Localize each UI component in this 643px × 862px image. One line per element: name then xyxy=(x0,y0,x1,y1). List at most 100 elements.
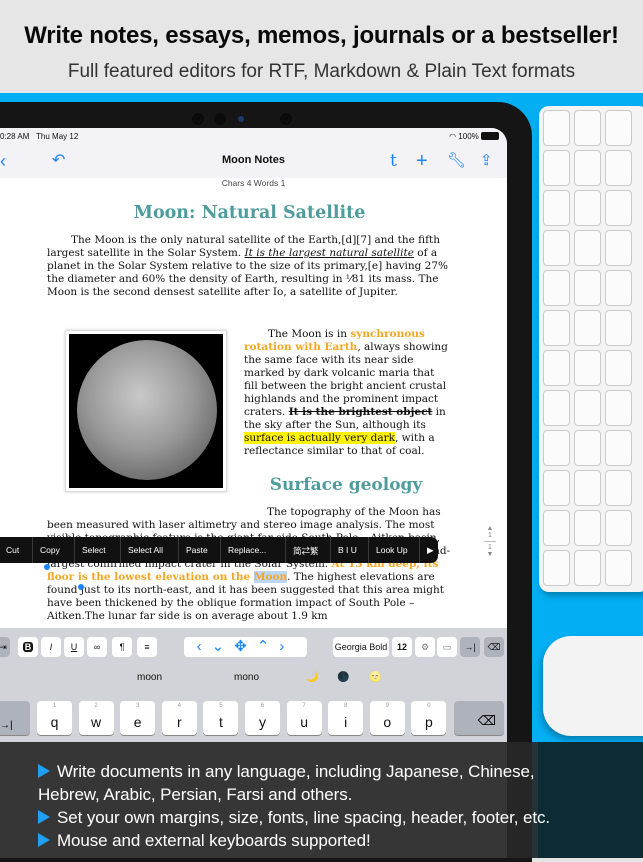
italic-button[interactable]: I xyxy=(41,637,61,657)
moon-disc xyxy=(77,340,217,480)
keyboard-key xyxy=(605,270,632,306)
subheadline: Full featured editors for RTF, Markdown … xyxy=(67,61,576,82)
selected-text[interactable]: Moon xyxy=(253,571,288,583)
page-down-icon[interactable]: ▼ xyxy=(480,551,500,558)
key-e[interactable]: 3e xyxy=(120,701,156,735)
selection-handle-end[interactable] xyxy=(78,584,84,590)
keyboard-key xyxy=(574,190,601,226)
format-toolbar: ⇥ B I U ∞ ¶ ≡ ‹⌄✥⌃› Georgia Bold 12 ⚙ ▭ … xyxy=(0,628,507,664)
share-icon[interactable]: ⇪ xyxy=(480,150,493,172)
paragraph-3-container: The topography of the Moon has been meas… xyxy=(47,506,452,623)
key-u[interactable]: 7u xyxy=(286,701,322,735)
context-menu: Cut Copy Select Select All Paste Replace... 简⇄… xyxy=(0,537,438,563)
context-menu-item[interactable]: Select xyxy=(82,545,106,555)
keyboard-key xyxy=(574,270,601,306)
doc-title: Moon: Natural Satellite xyxy=(133,203,366,223)
keyboard-key xyxy=(605,190,632,226)
paragraph-2: The Moon is in synchronous rotation with… xyxy=(244,328,448,457)
context-menu-item[interactable]: Copy xyxy=(40,545,60,555)
context-menu-item[interactable]: Select All xyxy=(128,545,163,555)
context-menu-item[interactable]: Cut xyxy=(6,545,19,555)
context-menu-item[interactable]: Look Up xyxy=(376,545,408,555)
context-menu-item[interactable]: ▶ xyxy=(427,545,434,556)
plus-icon[interactable]: + xyxy=(416,150,428,172)
insert-image-icon[interactable]: ▭ xyxy=(437,637,457,657)
link-button[interactable]: ∞ xyxy=(87,637,107,657)
delete-key-icon[interactable]: ⌫ xyxy=(484,637,504,657)
keyboard-key xyxy=(605,510,632,546)
align-button[interactable]: ≡ xyxy=(137,637,157,657)
bold-button[interactable]: B xyxy=(18,637,38,657)
tab-key[interactable]: →| xyxy=(0,701,30,735)
key-i[interactable]: 8i xyxy=(328,701,364,735)
sensor-dot xyxy=(280,113,292,125)
navigation-bar: ‹ ↶ Moon Notes t + 🔧︎ ⇪ xyxy=(0,146,507,178)
key-o[interactable]: 9o xyxy=(369,701,405,735)
selection-handle-start[interactable] xyxy=(44,564,50,570)
paragraph-button[interactable]: ¶ xyxy=(112,637,132,657)
cursor-navigation-pad[interactable]: ‹⌄✥⌃› xyxy=(184,637,307,657)
status-time: 0:28 AM xyxy=(0,132,30,141)
delete-key[interactable]: ⌫ xyxy=(454,701,504,735)
sensor-dot xyxy=(214,113,226,125)
key-t[interactable]: 5t xyxy=(203,701,239,735)
suggestion-emoji-crescent[interactable]: 🌙 xyxy=(306,672,318,683)
page-total: 1 xyxy=(488,544,492,551)
keyboard-key xyxy=(605,310,632,346)
wrapped-paragraph: The Moon is in synchronous rotation with… xyxy=(244,328,448,496)
suggestion-emoji-fullmoon[interactable]: 🌝 xyxy=(369,672,381,683)
keyboard-key xyxy=(543,190,570,226)
keyboard-key xyxy=(543,550,570,586)
paragraph-3: The topography of the Moon has been meas… xyxy=(47,506,451,622)
feature-1-cont: Hebrew, Arabic, Persian, Farsi and other… xyxy=(38,785,353,804)
sensor-dot xyxy=(192,113,204,125)
predictive-bar: moon mono 🌙 🌑 🌝 xyxy=(0,664,507,694)
key-q[interactable]: 1q xyxy=(37,701,72,735)
indent-icon[interactable]: ⇥ xyxy=(0,637,10,657)
external-keyboard xyxy=(539,106,643,592)
keyboard-key xyxy=(574,510,601,546)
keyboard-key xyxy=(574,150,601,186)
magic-mouse xyxy=(543,636,643,736)
context-menu-item[interactable]: B I U xyxy=(338,545,357,555)
status-bar: 0:28 AM Thu May 12 ◠ 100% xyxy=(0,128,507,146)
underlined-text: It is the largest natural satellite xyxy=(244,247,414,259)
suggestion-1[interactable]: moon xyxy=(137,672,162,683)
context-menu-item[interactable]: Paste xyxy=(186,545,208,555)
key-r[interactable]: 4r xyxy=(161,701,197,735)
underline-button[interactable]: U xyxy=(64,637,84,657)
suggestion-2[interactable]: mono xyxy=(234,672,259,683)
key-w[interactable]: 2w xyxy=(78,701,114,735)
key-p[interactable]: 0p xyxy=(411,701,447,735)
play-bullet-icon xyxy=(38,764,50,778)
paragraph-1: The Moon is the only natural satellite o… xyxy=(47,234,449,298)
settings-gear-icon[interactable]: ⚙ xyxy=(415,637,435,657)
suggestion-emoji-newmoon[interactable]: 🌑 xyxy=(337,672,349,683)
char-word-counter: Chars 4 Words 1 xyxy=(221,178,286,188)
page-up-icon[interactable]: ▲ xyxy=(480,525,500,532)
wrench-icon[interactable]: 🔧︎ xyxy=(447,150,466,172)
document-body[interactable]: Moon: Natural Satellite The Moon is the … xyxy=(47,202,452,299)
font-selector[interactable]: Georgia Bold xyxy=(333,637,389,657)
moon-image[interactable] xyxy=(65,330,227,492)
font-size-selector[interactable]: 12 xyxy=(392,637,412,657)
key-y[interactable]: 6y xyxy=(245,701,280,735)
keyboard-key xyxy=(574,310,601,346)
context-menu-item[interactable]: 简⇄繁 xyxy=(293,545,319,557)
keyboard-key xyxy=(543,230,570,266)
keyboard-key xyxy=(543,470,570,506)
camera-lens xyxy=(238,116,244,122)
keyboard-key xyxy=(574,430,601,466)
feature-1: Write documents in any language, includi… xyxy=(38,762,535,782)
headline: Write notes, essays, memos, journals or … xyxy=(24,22,619,49)
document-title: Moon Notes xyxy=(222,154,285,166)
keyboard-key xyxy=(543,270,570,306)
battery-icon xyxy=(481,132,499,140)
tab-key-icon[interactable]: →| xyxy=(460,637,480,657)
keyboard-key xyxy=(605,390,632,426)
keyboard-key xyxy=(574,470,601,506)
heading-surface-geology: Surface geology xyxy=(269,475,423,495)
context-menu-item[interactable]: Replace... xyxy=(228,545,266,555)
play-bullet-icon xyxy=(38,810,50,824)
tumblr-icon[interactable]: t xyxy=(390,150,397,172)
